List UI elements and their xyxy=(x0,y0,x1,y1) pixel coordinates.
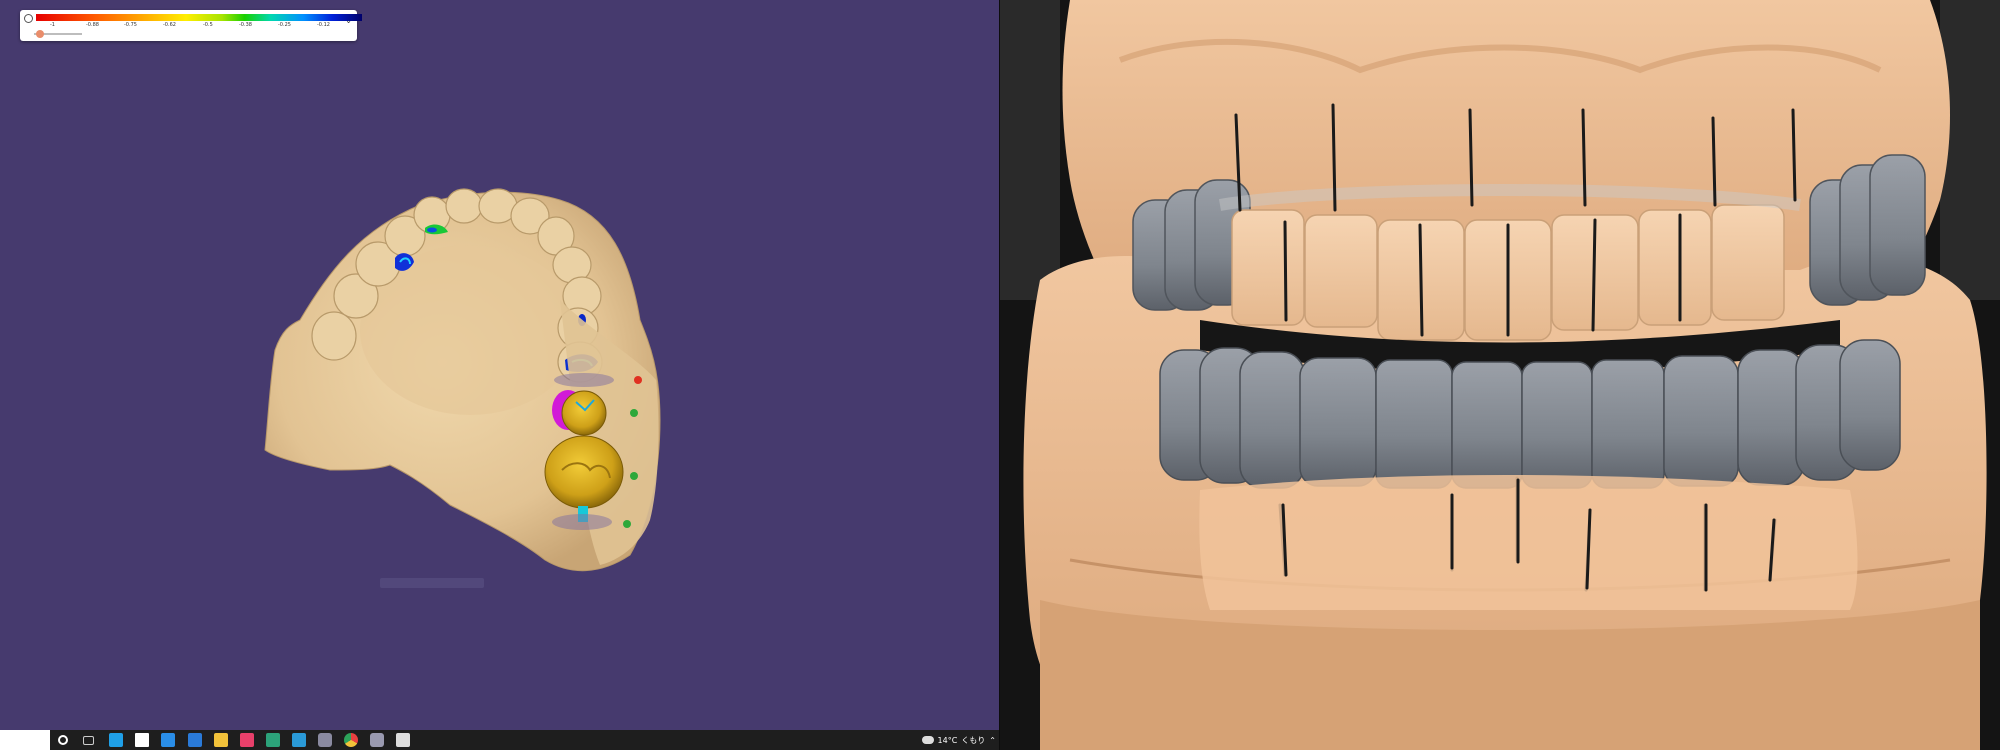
cube-icon[interactable] xyxy=(396,733,410,747)
chevron-up-icon[interactable]: ⌃ xyxy=(989,736,996,745)
app-circle-icon[interactable] xyxy=(188,733,202,747)
windows-taskbar: 14°C くもり ⌃ xyxy=(0,730,1000,750)
dental-cad-icon[interactable] xyxy=(318,733,332,747)
scale-tick: -0.62 xyxy=(163,22,176,28)
file-explorer-icon[interactable] xyxy=(214,733,228,747)
edge-icon[interactable] xyxy=(109,733,123,747)
scale-tick: -0.5 xyxy=(203,22,213,28)
chrome-icon[interactable] xyxy=(344,733,358,747)
dental-model-photo xyxy=(1000,0,2000,750)
weather-cloud-icon[interactable] xyxy=(921,736,934,744)
task-view-icon[interactable] xyxy=(83,736,94,745)
scale-ticks: -1 -0.88 -0.75 -0.62 -0.5 -0.38 -0.25 -0… xyxy=(20,22,350,30)
deviation-legend: ⌄ -1 -0.88 -0.75 -0.62 -0.5 -0.38 -0.25 … xyxy=(20,10,362,41)
dental-scan-icon[interactable] xyxy=(370,733,384,747)
gold-crown-molar xyxy=(544,435,624,509)
cortana-icon[interactable] xyxy=(58,735,68,745)
gold-crown-premolar xyxy=(561,390,607,436)
taskbar-search-box[interactable] xyxy=(0,730,50,750)
landmark-dot-green[interactable] xyxy=(630,472,638,480)
crown-shadow xyxy=(552,514,612,530)
status-tooltip xyxy=(380,578,484,588)
reference-photo xyxy=(1000,0,2000,750)
store-icon[interactable] xyxy=(135,733,149,747)
scale-tick: -0.75 xyxy=(124,22,137,28)
scale-tick: -0.25 xyxy=(278,22,291,28)
cad-viewport[interactable]: ⌄ -1 -0.88 -0.75 -0.62 -0.5 -0.38 -0.25 … xyxy=(0,0,1000,730)
lower-ridge xyxy=(1199,475,1858,610)
weather-temperature[interactable]: 14°C xyxy=(938,736,958,745)
weather-status[interactable]: くもり xyxy=(961,735,985,746)
scale-tick: -0.12 xyxy=(317,22,330,28)
photos-icon[interactable] xyxy=(292,733,306,747)
system-tray: 14°C くもり ⌃ xyxy=(921,730,996,750)
scale-tick: -0.38 xyxy=(239,22,252,28)
dental-arch-model[interactable] xyxy=(0,0,1000,730)
landmark-dot-red[interactable] xyxy=(634,376,642,384)
mail-icon[interactable] xyxy=(161,733,175,747)
landmark-dot-green[interactable] xyxy=(623,520,631,528)
scale-tick: -1 xyxy=(50,22,55,28)
scale-tick: -0.88 xyxy=(86,22,99,28)
color-scale-bar xyxy=(36,14,362,21)
landmark-dot-green[interactable] xyxy=(630,409,638,417)
image-viewer-icon[interactable] xyxy=(266,733,280,747)
threshold-slider-knob[interactable] xyxy=(36,30,44,38)
paint-drop-icon[interactable] xyxy=(240,733,254,747)
